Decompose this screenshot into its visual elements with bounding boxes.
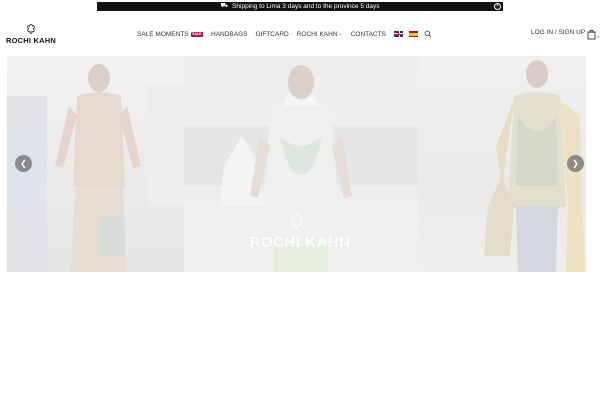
chevron-right-icon: ❯ [572,159,579,168]
chevron-left-icon: ❮ [20,159,27,168]
hero-panel-right [418,56,586,272]
flower-logo-icon [27,24,35,34]
nav-item-label: ROCHI KAHN [296,30,338,38]
nav-item-handbags[interactable]: HANDBAGS [211,31,247,38]
announcement-text: Shipping to Lima 3 days and to the provi… [232,3,380,10]
hero-watermark: ROCHI KAHN [249,234,351,251]
model-photo-right [484,60,586,272]
announcement-bar: ⛟ Shipping to Lima 3 days and to the pro… [97,2,503,11]
brand-logo[interactable]: ROCHI KAHN [2,23,60,47]
watermark-flower-icon [291,213,303,229]
close-icon[interactable]: × [494,3,501,10]
uk-flag-icon[interactable] [394,31,404,37]
nav-item-rochi-kahn[interactable]: ROCHI KAHN ⌄ [297,31,343,38]
cart-count: 0 [597,34,600,39]
search-icon[interactable] [424,30,432,38]
nav-item-label: SALE MOMENTS [137,30,189,38]
chevron-down-icon: ⌄ [338,31,343,37]
model-photo-left [7,64,184,272]
nav-item-giftcard[interactable]: GIFTCARD [255,31,288,38]
hero-slider: ROCHI KAHN ❮ ❯ [7,56,586,272]
shopping-bag-icon [587,29,596,40]
slider-next-button[interactable]: ❯ [567,155,584,172]
spain-flag-icon[interactable] [409,31,419,37]
slider-prev-button[interactable]: ❮ [15,155,32,172]
truck-icon: ⛟ [220,3,229,9]
main-nav: SALE MOMENTS SALE HANDBAGS GIFTCARD ROCH… [137,29,432,39]
nav-item-sale-moments[interactable]: SALE MOMENTS SALE [137,31,203,38]
brand-wordmark: ROCHI KAHN [6,36,56,45]
nav-item-label: GIFTCARD [255,30,289,38]
sale-badge: SALE [190,31,203,37]
nav-item-contacts[interactable]: CONTACTS [351,31,386,38]
hero-panel-left [7,56,184,272]
cart-button[interactable]: 0 [587,27,600,40]
nav-item-label: HANDBAGS [211,30,248,38]
nav-item-label: CONTACTS [350,30,387,38]
login-signup-link[interactable]: LOG IN / SIGN UP [531,29,585,36]
